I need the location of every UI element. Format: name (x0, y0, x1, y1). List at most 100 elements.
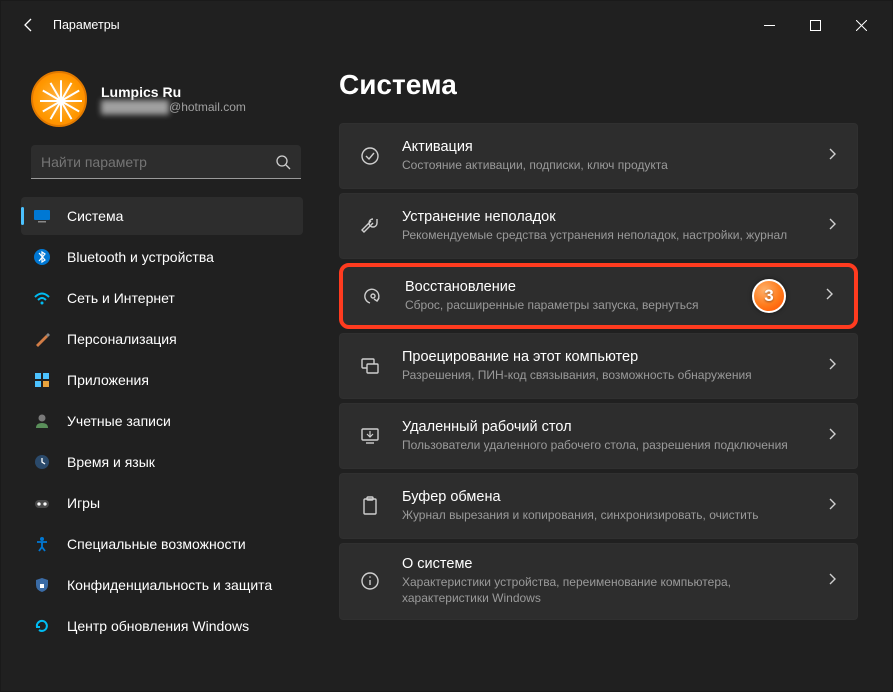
tile-troubleshoot[interactable]: Устранение неполадок Рекомендуемые средс… (339, 193, 858, 259)
tile-projecting[interactable]: Проецирование на этот компьютер Разрешен… (339, 333, 858, 399)
window-title: Параметры (53, 18, 120, 32)
user-email: ████████@hotmail.com (101, 100, 246, 114)
bluetooth-icon (33, 248, 51, 266)
chevron-right-icon (825, 497, 839, 516)
gaming-icon-wrap (33, 494, 51, 512)
sidebar-item-label: Система (67, 208, 123, 224)
sidebar-item-update[interactable]: Центр обновления Windows (21, 607, 303, 645)
sidebar-item-wifi[interactable]: Сеть и Интернет (21, 279, 303, 317)
tile-text: Буфер обмена Журнал вырезания и копирова… (402, 489, 807, 523)
close-button[interactable] (838, 9, 884, 41)
system-icon (33, 207, 51, 225)
tile-title: О системе (402, 556, 807, 572)
sidebar: Lumpics Ru ████████@hotmail.com Система B… (1, 49, 311, 691)
close-icon (856, 20, 867, 31)
body: Lumpics Ru ████████@hotmail.com Система B… (1, 49, 892, 691)
window-controls (746, 9, 884, 41)
chevron-right-icon (825, 217, 839, 236)
troubleshoot-icon (359, 215, 381, 237)
sidebar-item-paint[interactable]: Персонализация (21, 320, 303, 358)
tile-title: Активация (402, 139, 807, 155)
privacy-icon-wrap (33, 576, 51, 594)
tile-text: Устранение неполадок Рекомендуемые средс… (402, 209, 807, 243)
tile-text: Восстановление Сброс, расширенные параме… (405, 279, 734, 313)
main-content: Система Активация Состояние активации, п… (311, 49, 892, 691)
sidebar-item-apps[interactable]: Приложения (21, 361, 303, 399)
sidebar-item-bluetooth[interactable]: Bluetooth и устройства (21, 238, 303, 276)
wifi-icon (33, 289, 51, 307)
titlebar: Параметры (1, 1, 892, 49)
bluetooth-icon-wrap (33, 248, 51, 266)
clipboard-icon-wrap (356, 495, 384, 517)
sidebar-item-time[interactable]: Время и язык (21, 443, 303, 481)
sidebar-item-label: Сеть и Интернет (67, 290, 175, 306)
sidebar-item-gaming[interactable]: Игры (21, 484, 303, 522)
accessibility-icon-wrap (33, 535, 51, 553)
tile-title: Удаленный рабочий стол (402, 419, 807, 435)
account-icon (33, 412, 51, 430)
tile-text: Активация Состояние активации, подписки,… (402, 139, 807, 173)
troubleshoot-icon-wrap (356, 215, 384, 237)
sidebar-item-label: Персонализация (67, 331, 177, 347)
chevron-right-icon (822, 287, 836, 306)
tile-subtitle: Разрешения, ПИН-код связывания, возможно… (402, 367, 807, 383)
tile-title: Восстановление (405, 279, 734, 295)
time-icon (33, 453, 51, 471)
sidebar-item-system[interactable]: Система (21, 197, 303, 235)
projecting-icon (359, 355, 381, 377)
activation-icon-wrap (356, 145, 384, 167)
tile-title: Буфер обмена (402, 489, 807, 505)
apps-icon-wrap (33, 371, 51, 389)
search-input-container[interactable] (31, 145, 301, 179)
sidebar-item-account[interactable]: Учетные записи (21, 402, 303, 440)
user-name: Lumpics Ru (101, 84, 246, 100)
tile-subtitle: Сброс, расширенные параметры запуска, ве… (405, 297, 734, 313)
search-input[interactable] (41, 154, 275, 170)
page-title: Система (339, 69, 858, 101)
about-icon-wrap (356, 570, 384, 592)
accessibility-icon (33, 535, 51, 553)
tile-title: Устранение неполадок (402, 209, 807, 225)
avatar (31, 71, 87, 127)
tiles-list: Активация Состояние активации, подписки,… (339, 123, 858, 620)
tile-clipboard[interactable]: Буфер обмена Журнал вырезания и копирова… (339, 473, 858, 539)
chevron-right-icon (825, 357, 839, 376)
search-wrap (31, 145, 299, 179)
paint-icon (33, 330, 51, 348)
tile-about[interactable]: О системе Характеристики устройства, пер… (339, 543, 858, 619)
remote-icon-wrap (356, 425, 384, 447)
tile-recovery[interactable]: Восстановление Сброс, расширенные параме… (339, 263, 858, 329)
activation-icon (359, 145, 381, 167)
sidebar-item-label: Учетные записи (67, 413, 171, 429)
chevron-right-icon (825, 572, 839, 591)
sidebar-item-accessibility[interactable]: Специальные возможности (21, 525, 303, 563)
tile-subtitle: Состояние активации, подписки, ключ прод… (402, 157, 807, 173)
user-info: Lumpics Ru ████████@hotmail.com (101, 84, 246, 114)
remote-icon (359, 425, 381, 447)
search-icon (275, 154, 291, 170)
maximize-icon (810, 20, 821, 31)
tile-text: Удаленный рабочий стол Пользователи удал… (402, 419, 807, 453)
sidebar-item-label: Приложения (67, 372, 149, 388)
maximize-button[interactable] (792, 9, 838, 41)
wifi-icon-wrap (33, 289, 51, 307)
minimize-button[interactable] (746, 9, 792, 41)
account-icon-wrap (33, 412, 51, 430)
step-badge: 3 (752, 279, 786, 313)
tile-activation[interactable]: Активация Состояние активации, подписки,… (339, 123, 858, 189)
gaming-icon (33, 494, 51, 512)
user-block[interactable]: Lumpics Ru ████████@hotmail.com (13, 57, 307, 145)
apps-icon (33, 371, 51, 389)
sidebar-item-label: Конфиденциальность и защита (67, 577, 272, 593)
back-button[interactable] (9, 5, 49, 45)
tile-remote[interactable]: Удаленный рабочий стол Пользователи удал… (339, 403, 858, 469)
privacy-icon (33, 576, 51, 594)
about-icon (359, 570, 381, 592)
system-icon-wrap (33, 207, 51, 225)
sidebar-item-privacy[interactable]: Конфиденциальность и защита (21, 566, 303, 604)
recovery-icon (362, 285, 384, 307)
update-icon-wrap (33, 617, 51, 635)
recovery-icon-wrap (359, 285, 387, 307)
back-icon (21, 17, 37, 33)
sidebar-item-label: Bluetooth и устройства (67, 249, 214, 265)
